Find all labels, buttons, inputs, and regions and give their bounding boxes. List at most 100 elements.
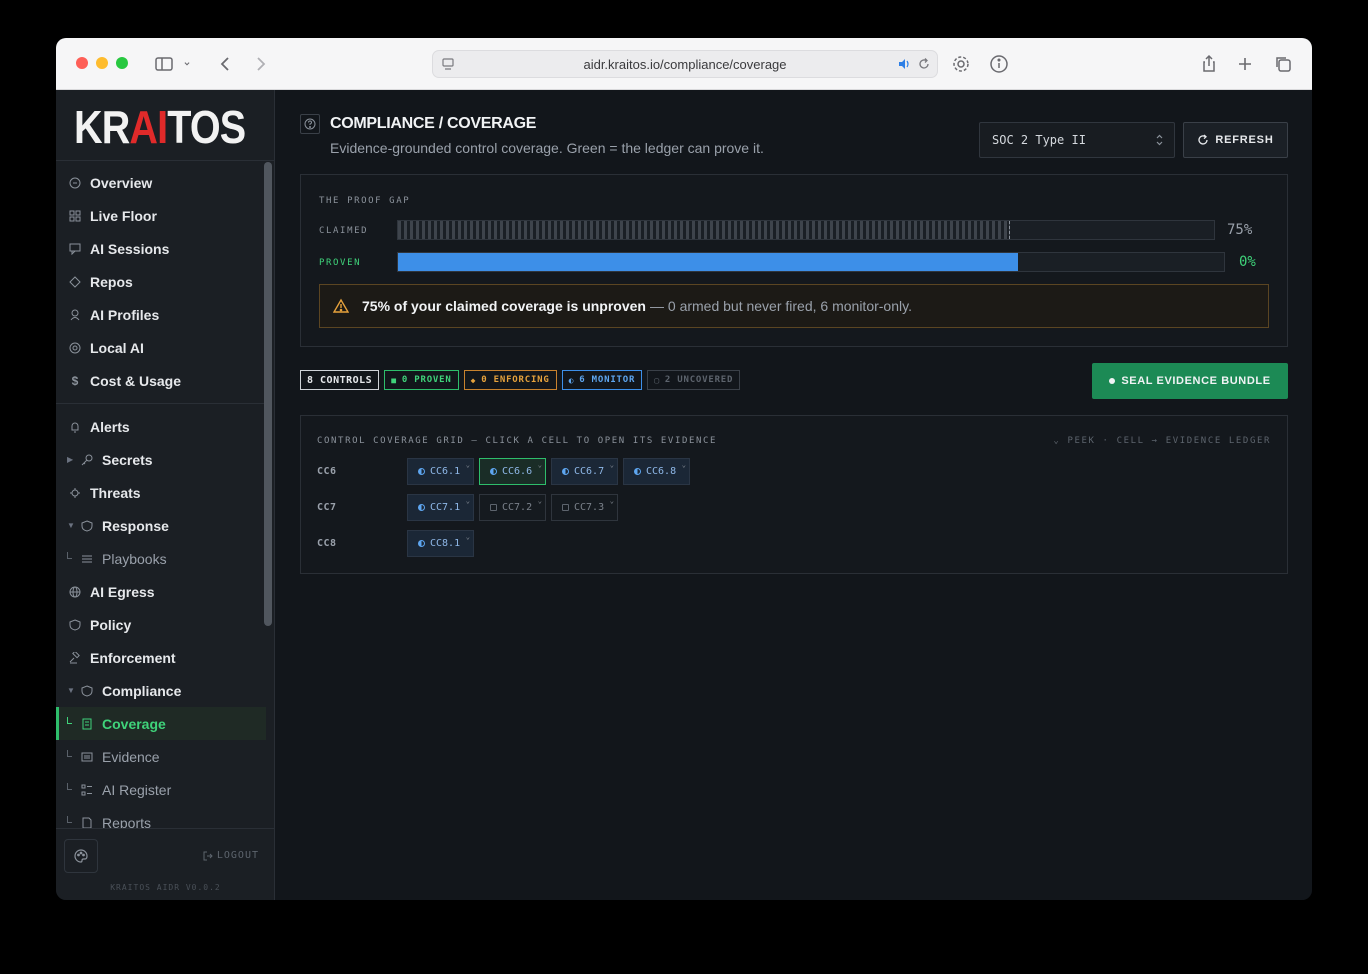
shield-icon bbox=[80, 684, 94, 698]
chat-icon bbox=[68, 242, 82, 256]
cell-label: CC8.1 bbox=[430, 538, 461, 549]
sidebar-item-compliance[interactable]: ▼ Compliance bbox=[56, 674, 266, 707]
framework-select[interactable]: SOC 2 Type II bbox=[979, 122, 1175, 158]
cell-label: CC7.2 bbox=[502, 502, 533, 513]
uncovered-filter-chip[interactable]: ▢ 2 UNCOVERED bbox=[647, 370, 741, 390]
chevron-down-icon[interactable]: ⌄ bbox=[538, 461, 542, 469]
sidebar-toggle-icon[interactable] bbox=[152, 52, 176, 76]
sidebar-item-threats[interactable]: Threats bbox=[56, 476, 266, 509]
sidebar-item-ai-sessions[interactable]: AI Sessions bbox=[56, 232, 266, 265]
logo-text: TOS bbox=[167, 101, 246, 153]
cell-label: CC6.6 bbox=[502, 466, 533, 477]
grid-title: CONTROL COVERAGE GRID — CLICK A CELL TO … bbox=[317, 436, 718, 446]
sidebar-item-ai-register[interactable]: AI Register bbox=[56, 773, 266, 806]
sidebar-item-ai-egress[interactable]: AI Egress bbox=[56, 575, 266, 608]
chevron-down-icon[interactable]: ⌄ bbox=[538, 497, 542, 505]
sidebar-item-reports[interactable]: Reports bbox=[56, 806, 266, 828]
sidebar-item-overview[interactable]: Overview bbox=[56, 166, 266, 199]
sidebar-item-response[interactable]: ▼ Response bbox=[56, 509, 266, 542]
monitor-icon bbox=[634, 468, 641, 475]
control-cell-cc8-1[interactable]: CC8.1 ⌄ bbox=[407, 530, 474, 557]
info-icon[interactable] bbox=[987, 52, 1011, 76]
theme-button[interactable] bbox=[64, 839, 98, 873]
share-icon[interactable] bbox=[1197, 52, 1221, 76]
chevron-down-icon[interactable]: ⌄ bbox=[610, 461, 614, 469]
chevron-down-icon[interactable]: ⌄ bbox=[466, 461, 470, 469]
warning-detail: — 0 armed but never fired, 6 monitor-onl… bbox=[650, 298, 912, 314]
help-icon[interactable] bbox=[300, 114, 320, 134]
sidebar-item-coverage[interactable]: Coverage bbox=[56, 707, 266, 740]
sidebar-item-cost-usage[interactable]: $ Cost & Usage bbox=[56, 364, 266, 397]
sidebar-scrollbar[interactable] bbox=[264, 162, 272, 626]
caret-down-icon[interactable]: ▼ bbox=[67, 521, 75, 530]
sidebar-item-enforcement[interactable]: Enforcement bbox=[56, 641, 266, 674]
profile-icon bbox=[68, 308, 82, 322]
sidebar-item-playbooks[interactable]: Playbooks bbox=[56, 542, 266, 575]
sidebar-item-label: Enforcement bbox=[90, 649, 176, 666]
tree-branch bbox=[67, 717, 72, 724]
grid-icon bbox=[68, 209, 82, 223]
controls-count-chip[interactable]: 8 CONTROLS bbox=[300, 370, 380, 390]
unproven-warning: 75% of your claimed coverage is unproven… bbox=[319, 284, 1269, 328]
empty-square-icon: ▢ bbox=[654, 375, 660, 385]
reload-icon[interactable] bbox=[917, 57, 931, 71]
enforcing-filter-chip[interactable]: ◆ 0 ENFORCING bbox=[463, 370, 557, 390]
minimize-window-button[interactable] bbox=[96, 57, 108, 69]
warning-icon bbox=[333, 298, 349, 313]
sidebar: KRAITOS Overview Live Floor AI Sessions … bbox=[56, 90, 275, 900]
forward-icon[interactable] bbox=[248, 52, 272, 76]
sidebar-item-secrets[interactable]: ▶ Secrets bbox=[56, 443, 266, 476]
control-cell-cc6-1[interactable]: CC6.1 ⌄ bbox=[407, 458, 474, 485]
proof-gap-title: THE PROOF GAP bbox=[319, 196, 411, 206]
gear-icon[interactable] bbox=[949, 52, 973, 76]
control-cell-cc6-7[interactable]: CC6.7 ⌄ bbox=[551, 458, 618, 485]
sidebar-item-local-ai[interactable]: Local AI bbox=[56, 331, 266, 364]
seal-evidence-bundle-button[interactable]: SEAL EVIDENCE BUNDLE bbox=[1092, 363, 1288, 399]
sidebar-item-ai-profiles[interactable]: AI Profiles bbox=[56, 298, 266, 331]
warning-headline: 75% of your claimed coverage is unproven bbox=[362, 298, 646, 314]
control-cell-cc7-3[interactable]: CC7.3 ⌄ bbox=[551, 494, 618, 521]
monitor-filter-chip[interactable]: ◐ 6 MONITOR bbox=[561, 370, 643, 390]
logout-button[interactable]: LOGOUT bbox=[203, 850, 259, 861]
claimed-bar bbox=[397, 220, 1215, 240]
sidebar-item-alerts[interactable]: Alerts bbox=[56, 410, 266, 443]
control-cell-cc7-2[interactable]: CC7.2 ⌄ bbox=[479, 494, 546, 521]
refresh-icon bbox=[1198, 134, 1209, 145]
control-cell-cc7-1[interactable]: CC7.1 ⌄ bbox=[407, 494, 474, 521]
control-cell-cc6-8[interactable]: CC6.8 ⌄ bbox=[623, 458, 690, 485]
sidebar-item-policy[interactable]: Policy bbox=[56, 608, 266, 641]
chevron-down-icon[interactable] bbox=[180, 52, 194, 76]
chevron-down-icon[interactable]: ⌄ bbox=[610, 497, 614, 505]
kraitos-logo[interactable]: KRAITOS bbox=[74, 100, 246, 153]
address-bar[interactable]: aidr.kraitos.io/compliance/coverage bbox=[432, 50, 938, 78]
control-cell-cc6-6[interactable]: CC6.6 ⌄ bbox=[479, 458, 546, 485]
sidebar-item-live-floor[interactable]: Live Floor bbox=[56, 199, 266, 232]
sidebar-footer: LOGOUT KRAITOS AIDR V0.0.2 bbox=[56, 828, 275, 900]
sidebar-item-repos[interactable]: Repos bbox=[56, 265, 266, 298]
sidebar-item-label: AI Register bbox=[102, 781, 172, 798]
new-tab-icon[interactable] bbox=[1233, 52, 1257, 76]
proven-filter-chip[interactable]: ■ 0 PROVEN bbox=[384, 370, 459, 390]
chevron-down-icon[interactable]: ⌄ bbox=[466, 497, 470, 505]
row-label-cc8: CC8 bbox=[317, 538, 337, 549]
zoom-window-button[interactable] bbox=[116, 57, 128, 69]
proven-bar bbox=[397, 252, 1225, 272]
tabs-overview-icon[interactable] bbox=[1271, 52, 1295, 76]
caret-right-icon[interactable]: ▶ bbox=[67, 455, 73, 464]
sidebar-item-label: AI Sessions bbox=[90, 240, 170, 257]
close-window-button[interactable] bbox=[76, 57, 88, 69]
chevron-down-icon[interactable]: ⌄ bbox=[466, 533, 470, 541]
playbook-icon bbox=[80, 552, 94, 566]
refresh-button[interactable]: REFRESH bbox=[1183, 122, 1288, 158]
back-icon[interactable] bbox=[214, 52, 238, 76]
speaker-icon[interactable] bbox=[897, 57, 911, 71]
caret-down-icon[interactable]: ▼ bbox=[67, 686, 75, 695]
sidebar-item-label: Live Floor bbox=[90, 207, 157, 224]
logo-text: KR bbox=[74, 101, 130, 153]
tree-branch bbox=[67, 783, 72, 790]
claimed-percent: 75% bbox=[1227, 222, 1253, 238]
chevron-down-icon[interactable]: ⌄ bbox=[682, 461, 686, 469]
sidebar-item-evidence[interactable]: Evidence bbox=[56, 740, 266, 773]
logout-label: LOGOUT bbox=[216, 850, 259, 861]
control-coverage-grid: CONTROL COVERAGE GRID — CLICK A CELL TO … bbox=[300, 415, 1288, 574]
